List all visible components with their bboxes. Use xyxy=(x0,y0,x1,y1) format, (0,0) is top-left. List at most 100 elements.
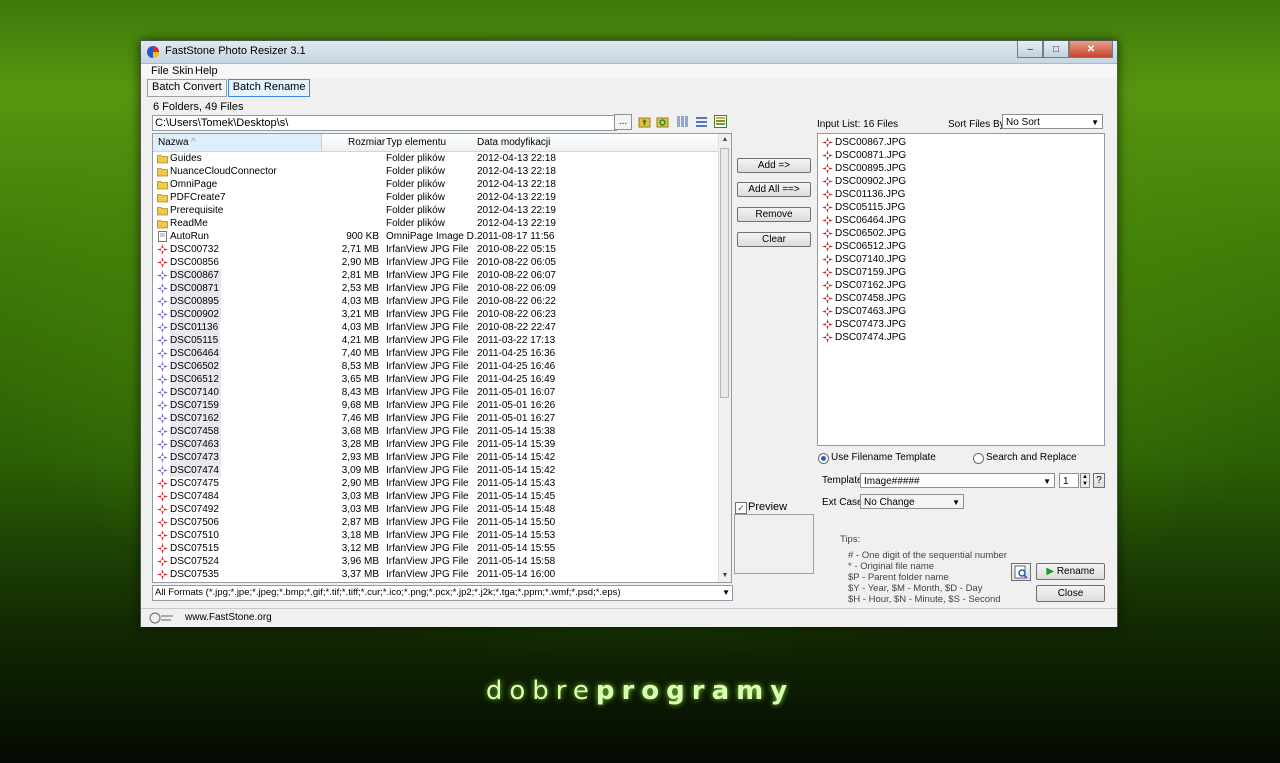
input-file-row[interactable]: DSC07474.JPG xyxy=(818,331,1092,344)
refresh-folder-icon[interactable] xyxy=(656,115,669,128)
start-number-stepper[interactable]: ▲ ▼ xyxy=(1080,473,1090,488)
input-file-row[interactable]: DSC06502.JPG xyxy=(818,227,1092,240)
file-row[interactable]: DSC07475 2,90 MB IrfanView JPG File 2011-05… xyxy=(153,477,719,490)
file-row[interactable]: AutoRun 900 KB OmniPage Image D... 2011-08-… xyxy=(153,230,719,243)
file-row[interactable]: DSC06512 3,65 MB IrfanView JPG File 2011-04… xyxy=(153,373,719,386)
add-button[interactable]: Add => xyxy=(737,158,811,173)
file-row[interactable]: DSC00867 2,81 MB IrfanView JPG File 2010-08… xyxy=(153,269,719,282)
file-row[interactable]: DSC07162 7,46 MB IrfanView JPG File 2011-05… xyxy=(153,412,719,425)
file-row[interactable]: DSC00856 2,90 MB IrfanView JPG File 2010-08… xyxy=(153,256,719,269)
file-row[interactable]: DSC00895 4,03 MB IrfanView JPG File 2010-08… xyxy=(153,295,719,308)
start-number-input[interactable]: 1 xyxy=(1059,473,1079,488)
file-row[interactable]: DSC07140 8,43 MB IrfanView JPG File 2011-05… xyxy=(153,386,719,399)
input-file-row[interactable]: DSC06464.JPG xyxy=(818,214,1092,227)
add-all-button[interactable]: Add All ==> xyxy=(737,182,811,197)
remove-button[interactable]: Remove xyxy=(737,207,811,222)
menu-file[interactable]: File xyxy=(151,65,169,77)
help-button[interactable]: ? xyxy=(1093,473,1105,488)
sort-select[interactable]: No Sort ▼ xyxy=(1002,114,1103,129)
jpg-file-icon xyxy=(157,478,168,489)
column-header-name[interactable]: Nazwa ^ xyxy=(153,134,322,151)
file-row[interactable]: DSC00871 2,53 MB IrfanView JPG File 2010-08… xyxy=(153,282,719,295)
scroll-up-icon[interactable]: ▲ xyxy=(719,134,731,146)
thumbnails-view-icon[interactable] xyxy=(676,115,689,128)
menu-help[interactable]: Help xyxy=(195,65,218,77)
rename-button[interactable]: ▶ Rename xyxy=(1036,563,1105,580)
close-button[interactable]: Close xyxy=(1036,585,1105,602)
file-row[interactable]: DSC07492 3,03 MB IrfanView JPG File 2011-05… xyxy=(153,503,719,516)
column-header-date[interactable]: Data modyfikacji xyxy=(477,137,550,148)
input-file-row[interactable]: DSC07458.JPG xyxy=(818,292,1092,305)
tab-batch-rename[interactable]: Batch Rename xyxy=(227,79,311,97)
input-file-row[interactable]: DSC00871.JPG xyxy=(818,149,1092,162)
file-format-filter[interactable]: All Formats (*.jpg;*.jpe;*.jpeg;*.bmp;*.… xyxy=(152,585,733,601)
file-row[interactable]: DSC07474 3,09 MB IrfanView JPG File 2011-05… xyxy=(153,464,719,477)
menu-skin[interactable]: Skin xyxy=(172,65,193,77)
input-file-row[interactable]: DSC07473.JPG xyxy=(818,318,1092,331)
input-file-row[interactable]: DSC07159.JPG xyxy=(818,266,1092,279)
maximize-button[interactable]: □ xyxy=(1043,41,1069,58)
file-row[interactable]: DSC05115 4,21 MB IrfanView JPG File 2011-03… xyxy=(153,334,719,347)
file-row[interactable]: Guides Folder plików 2012-04-13 22:18 xyxy=(153,152,719,165)
minimize-button[interactable]: – xyxy=(1017,41,1043,58)
search-replace-radio[interactable] xyxy=(973,453,984,464)
file-size: 2,81 MB xyxy=(341,270,379,281)
input-file-name: DSC06464.JPG xyxy=(835,215,907,226)
file-browser-list[interactable]: Nazwa ^ Rozmiar Typ elementu Data modyfik… xyxy=(152,133,732,583)
file-row[interactable]: DSC07535 3,37 MB IrfanView JPG File 2011-05… xyxy=(153,568,719,581)
input-file-list[interactable]: DSC00867.JPG DSC00871.JPG DSC00895.JPG DSC0… xyxy=(817,133,1105,446)
ext-case-select[interactable]: No Change ▼ xyxy=(860,494,964,509)
path-input[interactable]: C:\Users\Tomek\Desktop\s\ xyxy=(152,115,617,131)
file-row[interactable]: DSC00732 2,71 MB IrfanView JPG File 2010-08… xyxy=(153,243,719,256)
template-input[interactable]: Image##### ▼ xyxy=(860,473,1055,488)
input-file-row[interactable]: DSC00902.JPG xyxy=(818,175,1092,188)
clear-button[interactable]: Clear xyxy=(737,232,811,247)
input-file-row[interactable]: DSC05115.JPG xyxy=(818,201,1092,214)
scrollbar-thumb[interactable] xyxy=(720,148,729,398)
tab-batch-convert[interactable]: Batch Convert xyxy=(147,79,227,97)
file-row[interactable]: ReadMe Folder plików 2012-04-13 22:19 xyxy=(153,217,719,230)
title-bar[interactable]: FastStone Photo Resizer 3.1 – □ ✕ xyxy=(141,41,1117,64)
file-row[interactable]: DSC07506 2,87 MB IrfanView JPG File 2011-05… xyxy=(153,516,719,529)
input-file-row[interactable]: DSC00895.JPG xyxy=(818,162,1092,175)
website-link[interactable]: www.FastStone.org xyxy=(185,612,272,623)
file-row[interactable]: Prerequisite Folder plików 2012-04-13 22:1… xyxy=(153,204,719,217)
input-file-row[interactable]: DSC07140.JPG xyxy=(818,253,1092,266)
rename-preview-button[interactable] xyxy=(1011,563,1031,581)
file-row[interactable]: DSC07524 3,96 MB IrfanView JPG File 2011-05… xyxy=(153,555,719,568)
use-template-radio[interactable] xyxy=(818,453,829,464)
input-file-row[interactable]: DSC01136.JPG xyxy=(818,188,1092,201)
file-date: 2011-05-14 15:55 xyxy=(477,543,556,554)
preview-checkbox[interactable]: ✓ xyxy=(735,502,747,514)
details-view-icon[interactable] xyxy=(714,115,727,128)
file-row[interactable]: DSC00902 3,21 MB IrfanView JPG File 2010-08… xyxy=(153,308,719,321)
file-row[interactable]: NuanceCloudConnector Folder plików 2012-04… xyxy=(153,165,719,178)
scroll-down-icon[interactable]: ▼ xyxy=(719,570,731,582)
jpg-file-icon xyxy=(822,332,833,343)
column-header-size[interactable]: Rozmiar xyxy=(348,137,385,148)
column-header-type[interactable]: Typ elementu xyxy=(386,137,446,148)
list-view-icon[interactable] xyxy=(695,115,708,128)
file-row[interactable]: DSC01136 4,03 MB IrfanView JPG File 2010-08… xyxy=(153,321,719,334)
file-row[interactable]: DSC06464 7,40 MB IrfanView JPG File 2011-04… xyxy=(153,347,719,360)
file-row[interactable]: DSC07515 3,12 MB IrfanView JPG File 2011-05… xyxy=(153,542,719,555)
file-row[interactable]: DSC07473 2,93 MB IrfanView JPG File 2011-05… xyxy=(153,451,719,464)
file-row[interactable]: DSC06502 8,53 MB IrfanView JPG File 2011-04… xyxy=(153,360,719,373)
file-list-scrollbar[interactable]: ▲ ▼ xyxy=(718,134,731,582)
file-row[interactable]: DSC07484 3,03 MB IrfanView JPG File 2011-05… xyxy=(153,490,719,503)
folder-up-icon[interactable] xyxy=(638,115,651,128)
browse-button[interactable]: ... xyxy=(614,114,632,130)
jpg-file-icon xyxy=(157,296,168,307)
input-file-row[interactable]: DSC06512.JPG xyxy=(818,240,1092,253)
input-file-row[interactable]: DSC07463.JPG xyxy=(818,305,1092,318)
file-row[interactable]: DSC07159 9,68 MB IrfanView JPG File 2011-05… xyxy=(153,399,719,412)
input-file-row[interactable]: DSC00867.JPG xyxy=(818,136,1092,149)
file-date: 2011-05-01 16:27 xyxy=(477,413,556,424)
file-row[interactable]: PDFCreate7 Folder plików 2012-04-13 22:19 xyxy=(153,191,719,204)
input-file-row[interactable]: DSC07162.JPG xyxy=(818,279,1092,292)
close-window-button[interactable]: ✕ xyxy=(1069,41,1113,58)
file-row[interactable]: DSC07458 3,68 MB IrfanView JPG File 2011-05… xyxy=(153,425,719,438)
file-row[interactable]: DSC07510 3,18 MB IrfanView JPG File 2011-05… xyxy=(153,529,719,542)
file-row[interactable]: OmniPage Folder plików 2012-04-13 22:18 xyxy=(153,178,719,191)
file-row[interactable]: DSC07463 3,28 MB IrfanView JPG File 2011-05… xyxy=(153,438,719,451)
